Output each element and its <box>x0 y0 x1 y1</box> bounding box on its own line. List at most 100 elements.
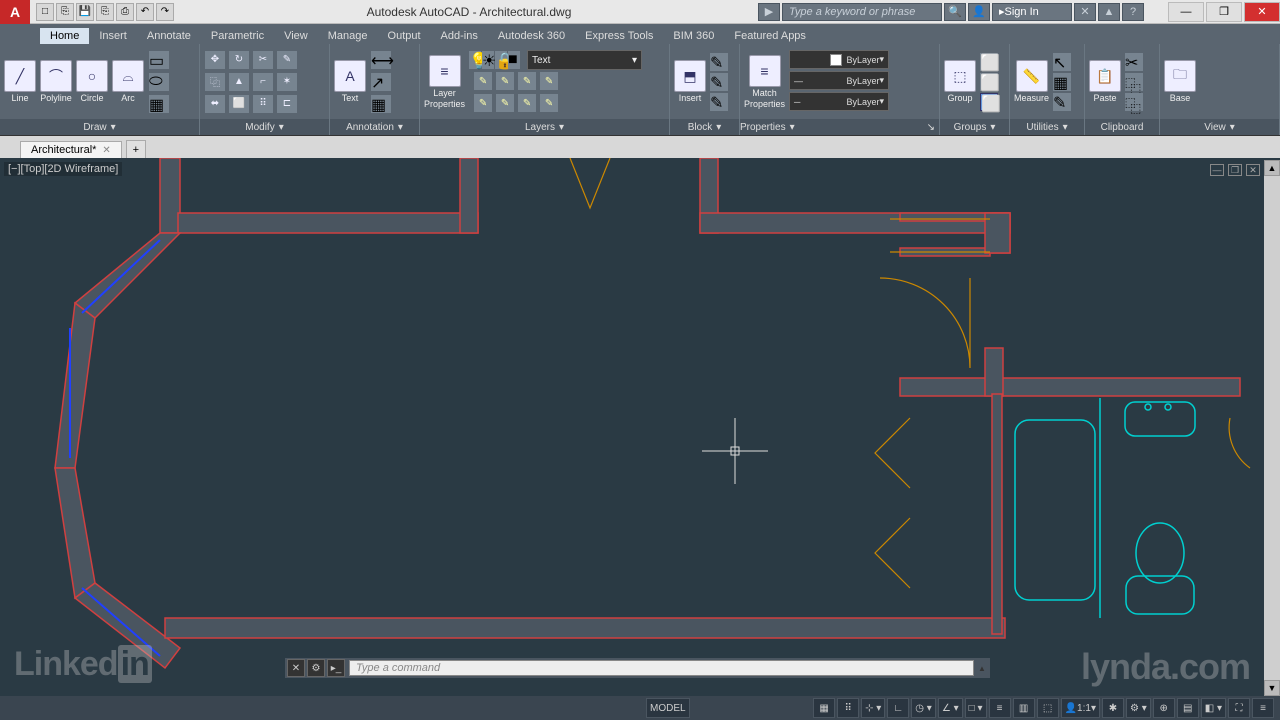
customize-status[interactable]: ≡ <box>1252 698 1274 718</box>
table-icon[interactable]: ▦ <box>370 94 392 114</box>
array-icon[interactable]: ⠿ <box>252 94 274 114</box>
new-tab-button[interactable]: + <box>126 140 146 158</box>
tab-a360[interactable]: Autodesk 360 <box>488 28 575 44</box>
circle-button[interactable]: ○Circle <box>76 60 108 103</box>
dimension-icon[interactable]: ⟷ <box>370 50 392 70</box>
rectangle-icon[interactable]: ▭ <box>148 50 170 70</box>
fillet-icon[interactable]: ⌐ <box>252 72 274 92</box>
annoscale-button[interactable]: 👤 1:1 ▾ <box>1061 698 1100 718</box>
tab-annotate[interactable]: Annotate <box>137 28 201 44</box>
infer-toggle[interactable]: ⊹ ▾ <box>861 698 885 718</box>
base-button[interactable]: 🗀Base <box>1164 60 1196 103</box>
lock-icon[interactable]: 🔒 <box>495 51 507 69</box>
tab-view[interactable]: View <box>274 28 318 44</box>
panel-annotation-label[interactable]: Annotation ▾ <box>330 119 419 135</box>
copy-base-icon[interactable]: ⿻ <box>1125 93 1143 111</box>
new-icon[interactable]: □ <box>36 3 54 21</box>
panel-utilities-label[interactable]: Utilities ▾ <box>1010 119 1084 135</box>
help-icon[interactable]: ? <box>1122 3 1144 21</box>
layer-dropdown[interactable]: Text▾ <box>527 50 642 70</box>
panel-groups-label[interactable]: Groups ▾ <box>940 119 1009 135</box>
panel-properties-label[interactable]: Properties ▾ ↘ <box>740 119 939 135</box>
layer-tool-icon[interactable]: ✎ <box>473 71 493 91</box>
panel-view-label[interactable]: View ▾ <box>1160 119 1279 135</box>
model-button[interactable]: MODEL <box>646 698 690 718</box>
paste-button[interactable]: 📋Paste <box>1089 60 1121 103</box>
redo-icon[interactable]: ↷ <box>156 3 174 21</box>
copy-icon[interactable]: ⿻ <box>204 72 226 92</box>
tab-insert[interactable]: Insert <box>89 28 137 44</box>
erase-icon[interactable]: ✎ <box>276 50 298 70</box>
polar-toggle[interactable]: ◷ ▾ <box>911 698 936 718</box>
color-swatch-icon[interactable]: ■ <box>508 51 520 69</box>
calc-icon[interactable]: ▦ <box>1053 73 1071 91</box>
cmd-customize-icon[interactable]: ⚙ <box>307 659 325 677</box>
osnap-toggle[interactable]: □ ▾ <box>965 698 987 718</box>
isodraft-toggle[interactable]: ∠ ▾ <box>938 698 963 718</box>
tab-express[interactable]: Express Tools <box>575 28 663 44</box>
trim-icon[interactable]: ✂ <box>252 50 274 70</box>
group-button[interactable]: ⬚Group <box>944 60 976 103</box>
scrollbar-thumb[interactable] <box>1264 176 1280 680</box>
selection-cycling[interactable]: ⬚ <box>1037 698 1059 718</box>
vertical-scrollbar[interactable]: ▲ ▼ <box>1264 160 1280 696</box>
workspace-switch[interactable]: ⚙ ▾ <box>1126 698 1151 718</box>
maximize-button[interactable]: ❐ <box>1206 2 1242 22</box>
rotate-icon[interactable]: ↻ <box>228 50 250 70</box>
layer-tool-icon[interactable]: ✎ <box>473 93 493 113</box>
scroll-down-icon[interactable]: ▼ <box>1264 680 1280 696</box>
tab-output[interactable]: Output <box>378 28 431 44</box>
tab-manage[interactable]: Manage <box>318 28 378 44</box>
match-properties-button[interactable]: ≡MatchProperties <box>744 55 785 109</box>
grid-toggle[interactable]: ▦ <box>813 698 835 718</box>
offset-icon[interactable]: ⊏ <box>276 94 298 114</box>
point-icon[interactable]: ✎ <box>1053 93 1071 111</box>
line-button[interactable]: ╱Line <box>4 60 36 103</box>
hatch-icon[interactable]: ▦ <box>148 94 170 114</box>
cmd-expand-icon[interactable]: ▲ <box>978 664 990 673</box>
group-select-icon[interactable]: ⬜ <box>980 93 998 111</box>
hardware-accel[interactable]: ▤ <box>1177 698 1199 718</box>
polyline-button[interactable]: ⌒Polyline <box>40 60 72 103</box>
create-block-icon[interactable]: ✎ <box>710 53 728 71</box>
layer-tool-icon[interactable]: ✎ <box>495 71 515 91</box>
explode-icon[interactable]: ✶ <box>276 72 298 92</box>
cmd-close-icon[interactable]: ✕ <box>287 659 305 677</box>
infocenter-arrow-icon[interactable]: ▶ <box>758 3 780 21</box>
cut-icon[interactable]: ✂ <box>1125 53 1143 71</box>
tab-parametric[interactable]: Parametric <box>201 28 274 44</box>
snap-toggle[interactable]: ⠿ <box>837 698 859 718</box>
move-icon[interactable]: ✥ <box>204 50 226 70</box>
lineweight-toggle[interactable]: ≡ <box>989 698 1011 718</box>
annotation-monitor[interactable]: ⊕ <box>1153 698 1175 718</box>
layer-tool-icon[interactable]: ✎ <box>539 93 559 113</box>
layer-tool-icon[interactable]: ✎ <box>539 71 559 91</box>
bulb-icon[interactable]: 💡 <box>469 51 481 69</box>
help-search-input[interactable]: Type a keyword or phrase <box>782 3 942 21</box>
scale-icon[interactable]: ⬜ <box>228 94 250 114</box>
layer-tool-icon[interactable]: ✎ <box>495 93 515 113</box>
sign-in-button[interactable]: ▸ Sign In <box>992 3 1072 21</box>
command-input[interactable]: Type a command <box>349 660 974 676</box>
annotation-visibility[interactable]: ✱ <box>1102 698 1124 718</box>
panel-layers-label[interactable]: Layers ▾ <box>420 119 669 135</box>
ungroup-icon[interactable]: ⬜ <box>980 53 998 71</box>
isolate-objects[interactable]: ◧ ▾ <box>1201 698 1226 718</box>
tab-home[interactable]: Home <box>40 28 89 44</box>
layer-tool-icon[interactable]: ✎ <box>517 93 537 113</box>
search-icon[interactable]: 🔍 <box>944 3 966 21</box>
layer-properties-button[interactable]: ≡LayerProperties <box>424 55 465 109</box>
copy-clip-icon[interactable]: ⿻ <box>1125 73 1143 91</box>
panel-block-label[interactable]: Block ▾ <box>670 119 739 135</box>
ellipse-icon[interactable]: ⬭ <box>148 72 170 92</box>
drawing-canvas[interactable]: [−][Top][2D Wireframe] — ❐ ✕ <box>0 158 1280 696</box>
group-edit-icon[interactable]: ⬜ <box>980 73 998 91</box>
tab-addins[interactable]: Add-ins <box>431 28 488 44</box>
mirror-icon[interactable]: ▲ <box>228 72 250 92</box>
close-tab-icon[interactable]: ✕ <box>102 145 110 156</box>
save-icon[interactable]: 💾 <box>76 3 94 21</box>
measure-button[interactable]: 📏Measure <box>1014 60 1049 103</box>
insert-button[interactable]: ⬒Insert <box>674 60 706 103</box>
exchange-icon[interactable]: ✕ <box>1074 3 1096 21</box>
minimize-button[interactable]: — <box>1168 2 1204 22</box>
